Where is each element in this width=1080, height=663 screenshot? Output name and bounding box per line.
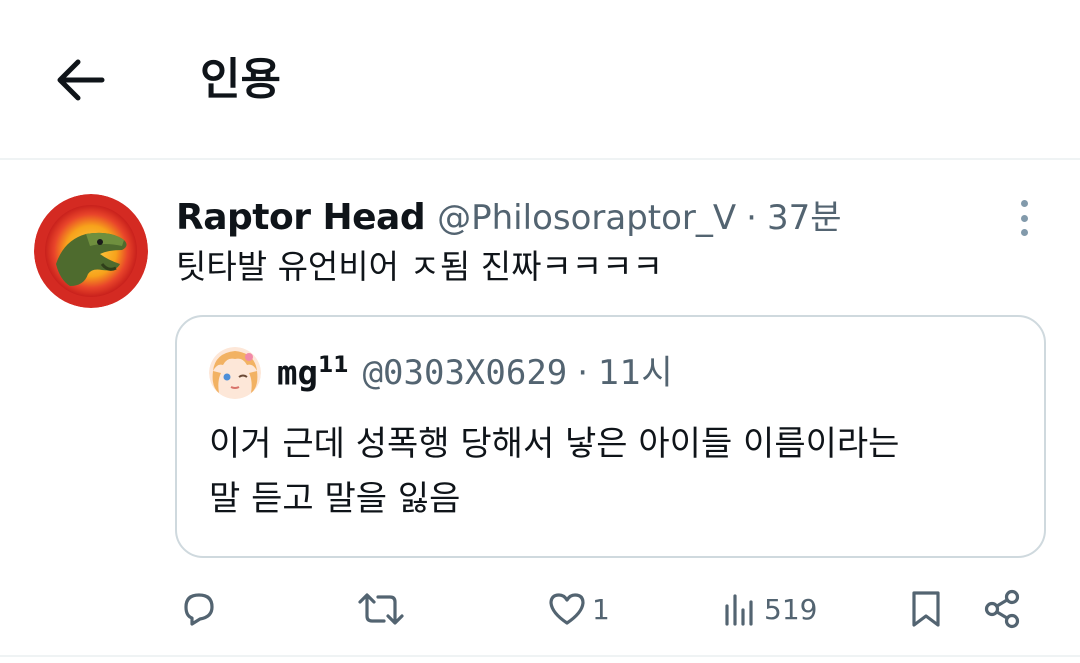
quote-text-line: 말 듣고 말을 잃음: [209, 479, 461, 519]
divider: [0, 655, 1080, 657]
quote-author-name-text: mg: [277, 353, 318, 393]
quote-time[interactable]: 11시: [598, 345, 673, 394]
reply-icon: [184, 593, 214, 626]
quote-author-handle[interactable]: @0303X0629: [363, 353, 568, 393]
heart-icon: [549, 593, 585, 625]
back-button[interactable]: [50, 50, 110, 110]
quote-text: 이거 근데 성폭행 당해서 낳은 아이들 이름이라는 말 듣고 말을 잃음: [209, 417, 1029, 527]
quoted-tweet[interactable]: mg11 @0303X0629 · 11시 이거 근데 성폭행 당해서 낳은 아…: [175, 315, 1046, 558]
author-name[interactable]: Raptor Head: [176, 197, 426, 238]
bookmark-icon: [912, 591, 940, 627]
arrow-left-icon: [57, 59, 105, 101]
views-icon: [725, 594, 753, 626]
anime-avatar-image: [209, 347, 261, 399]
bookmark-button[interactable]: [906, 588, 946, 630]
top-bar: 인용: [0, 0, 1080, 158]
share-icon: [984, 589, 1020, 629]
like-count: 1: [592, 592, 610, 626]
share-button[interactable]: [982, 588, 1024, 630]
tweet-time[interactable]: 37분: [767, 190, 842, 239]
retweet-button[interactable]: [356, 588, 406, 630]
page-title: 인용: [200, 54, 281, 105]
avatar[interactable]: [34, 194, 148, 308]
separator: ·: [746, 198, 757, 238]
action-bar: 1 519: [0, 580, 1080, 640]
quote-author-sup: 11: [317, 352, 349, 378]
more-dot-icon: [1020, 229, 1028, 236]
quote-avatar[interactable]: [209, 347, 261, 399]
quote-header: mg11 @0303X0629 · 11시: [277, 345, 673, 395]
raptor-avatar-image: [34, 194, 148, 308]
views-count: 519: [764, 592, 818, 626]
more-options-button[interactable]: [1004, 196, 1044, 240]
like-button[interactable]: 1: [546, 588, 610, 630]
tweet-header: Raptor Head @Philosoraptor_V · 37분: [176, 190, 842, 240]
separator: ·: [577, 353, 589, 393]
views-button[interactable]: 519: [720, 588, 817, 630]
more-dot-icon: [1020, 200, 1028, 207]
tweet[interactable]: Raptor Head @Philosoraptor_V · 37분 팃타발 유…: [0, 160, 1080, 655]
retweet-icon: [358, 593, 404, 625]
more-dot-icon: [1020, 214, 1028, 222]
tweet-text: 팃타발 유언비어 ㅈ됨 진짜ㅋㅋㅋㅋ: [176, 247, 663, 286]
quote-author-name[interactable]: mg11: [277, 353, 349, 393]
quote-text-line: 이거 근데 성폭행 당해서 낳은 아이들 이름이라는: [209, 424, 900, 464]
author-handle[interactable]: @Philosoraptor_V: [437, 198, 736, 238]
reply-button[interactable]: [178, 588, 220, 630]
